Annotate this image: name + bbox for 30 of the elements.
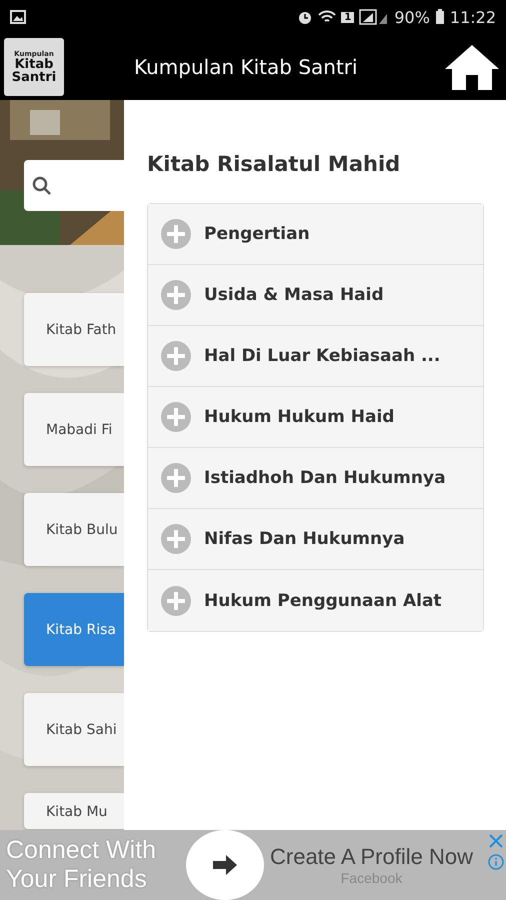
book-item[interactable]: Kitab Sahi xyxy=(24,693,124,766)
ad-headline: Create A Profile Now xyxy=(270,844,473,870)
battery-icon xyxy=(434,9,445,25)
plus-icon xyxy=(160,279,192,311)
book-item[interactable]: Kitab Risa xyxy=(24,593,124,666)
panel-title: Kitab Risalatul Mahid xyxy=(147,152,402,176)
search-icon xyxy=(32,176,52,196)
home-button[interactable] xyxy=(444,43,500,91)
app-title: Kumpulan Kitab Santri xyxy=(134,55,359,79)
book-item[interactable]: Kitab Fath xyxy=(24,293,124,366)
plus-icon xyxy=(160,462,192,494)
plus-icon xyxy=(160,401,192,433)
home-icon xyxy=(444,43,500,91)
plus-icon xyxy=(160,523,192,555)
signal-icon xyxy=(359,9,390,25)
book-item[interactable]: Kitab Mu xyxy=(24,793,124,829)
book-item[interactable]: Mabadi Fi xyxy=(24,393,124,466)
book-item[interactable]: Kitab Bulu xyxy=(24,493,124,566)
plus-icon xyxy=(160,340,192,372)
sim-indicator: 1 xyxy=(341,12,354,22)
search-field[interactable] xyxy=(24,160,124,211)
clock: 11:22 xyxy=(450,8,496,26)
alarm-icon xyxy=(297,9,314,25)
image-icon xyxy=(10,10,26,24)
battery-percent: 90% xyxy=(394,8,430,26)
plus-icon xyxy=(160,218,192,250)
arrow-icon xyxy=(212,855,238,875)
accordion-item[interactable]: Pengertian xyxy=(148,204,483,265)
ad-tagline: Connect With Your Friends xyxy=(5,836,158,894)
plus-icon xyxy=(160,584,192,616)
